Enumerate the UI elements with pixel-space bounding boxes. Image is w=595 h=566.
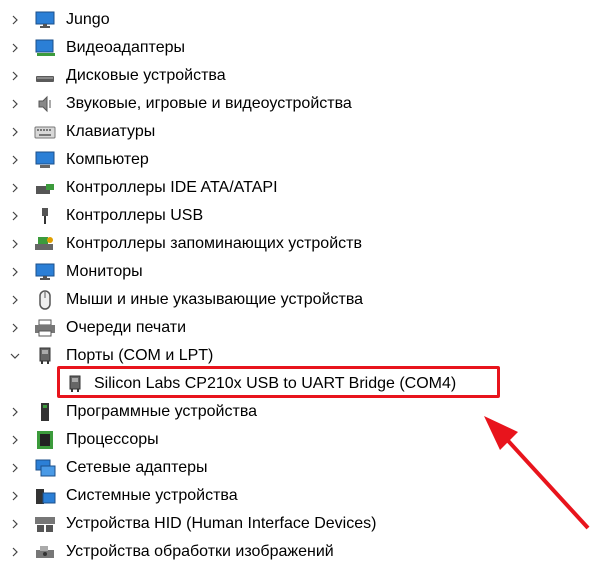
device-tree: Jungo Видеоадаптеры Дисковые устройства … <box>0 6 595 566</box>
tree-item-label: Очереди печати <box>66 319 187 336</box>
tree-item-label: Контроллеры USB <box>66 207 204 224</box>
tree-item-label: Звуковые, игровые и видеоустройства <box>66 95 352 112</box>
tree-item-label: Мыши и иные указывающие устройства <box>66 291 364 308</box>
tree-item-jungo[interactable]: Jungo <box>0 6 595 34</box>
monitor-icon <box>34 10 56 30</box>
port-icon <box>34 346 56 366</box>
ide-controller-icon <box>34 178 56 198</box>
tree-item-system-devices[interactable]: Системные устройства <box>0 482 595 510</box>
system-device-icon <box>34 486 56 506</box>
disk-drive-icon <box>34 66 56 86</box>
tree-item-print-queues[interactable]: Очереди печати <box>0 314 595 342</box>
tree-item-computer[interactable]: Компьютер <box>0 146 595 174</box>
tree-item-storage-controllers[interactable]: Контроллеры запоминающих устройств <box>0 230 595 258</box>
chevron-right-icon[interactable] <box>8 146 22 174</box>
tree-item-label: Программные устройства <box>66 403 258 420</box>
tree-item-label: Сетевые адаптеры <box>66 459 208 476</box>
tree-item-ide-controllers[interactable]: Контроллеры IDE ATA/ATAPI <box>0 174 595 202</box>
highlight-box <box>57 366 500 398</box>
tree-item-mice[interactable]: Мыши и иные указывающие устройства <box>0 286 595 314</box>
imaging-device-icon <box>34 542 56 562</box>
chevron-right-icon[interactable] <box>8 398 22 426</box>
tree-item-label: Компьютер <box>66 151 149 168</box>
tree-item-hid[interactable]: Устройства HID (Human Interface Devices) <box>0 510 595 538</box>
tree-item-label: Устройства HID (Human Interface Devices) <box>66 515 377 532</box>
hid-icon <box>34 514 56 534</box>
chevron-right-icon[interactable] <box>8 482 22 510</box>
mouse-icon <box>34 290 56 310</box>
chevron-right-icon[interactable] <box>8 314 22 342</box>
chevron-right-icon[interactable] <box>8 90 22 118</box>
chevron-right-icon[interactable] <box>8 202 22 230</box>
chevron-right-icon[interactable] <box>8 258 22 286</box>
tree-item-processors[interactable]: Процессоры <box>0 426 595 454</box>
tree-item-keyboards[interactable]: Клавиатуры <box>0 118 595 146</box>
display-adapter-icon <box>34 38 56 58</box>
tree-item-label: Дисковые устройства <box>66 67 226 84</box>
chevron-right-icon[interactable] <box>8 230 22 258</box>
chevron-right-icon[interactable] <box>8 118 22 146</box>
tree-item-label: Контроллеры IDE ATA/ATAPI <box>66 179 278 196</box>
tree-item-display-adapters[interactable]: Видеоадаптеры <box>0 34 595 62</box>
chevron-right-icon[interactable] <box>8 6 22 34</box>
tree-item-disk-drives[interactable]: Дисковые устройства <box>0 62 595 90</box>
monitor-icon <box>34 262 56 282</box>
chevron-down-icon[interactable] <box>8 342 22 370</box>
chevron-right-icon[interactable] <box>8 454 22 482</box>
computer-icon <box>34 150 56 170</box>
tree-item-sound-devices[interactable]: Звуковые, игровые и видеоустройства <box>0 90 595 118</box>
tree-item-label: Jungo <box>66 11 110 28</box>
speaker-icon <box>34 94 56 114</box>
chevron-right-icon[interactable] <box>8 426 22 454</box>
chevron-right-icon[interactable] <box>8 34 22 62</box>
tree-item-label: Клавиатуры <box>66 123 156 140</box>
tree-item-label: Контроллеры запоминающих устройств <box>66 235 362 252</box>
tree-item-monitors[interactable]: Мониторы <box>0 258 595 286</box>
software-device-icon <box>34 402 56 422</box>
tree-item-label: Системные устройства <box>66 487 238 504</box>
tree-item-label: Видеоадаптеры <box>66 39 185 56</box>
chevron-right-icon[interactable] <box>8 174 22 202</box>
tree-item-label: Мониторы <box>66 263 143 280</box>
tree-item-usb-controllers[interactable]: Контроллеры USB <box>0 202 595 230</box>
usb-icon <box>34 206 56 226</box>
tree-item-label: Процессоры <box>66 431 159 448</box>
tree-item-network-adapters[interactable]: Сетевые адаптеры <box>0 454 595 482</box>
chevron-right-icon[interactable] <box>8 510 22 538</box>
network-adapter-icon <box>34 458 56 478</box>
processor-icon <box>34 430 56 450</box>
keyboard-icon <box>34 122 56 142</box>
tree-item-software-devices[interactable]: Программные устройства <box>0 398 595 426</box>
chevron-right-icon[interactable] <box>8 62 22 90</box>
storage-controller-icon <box>34 234 56 254</box>
chevron-right-icon[interactable] <box>8 286 22 314</box>
printer-icon <box>34 318 56 338</box>
